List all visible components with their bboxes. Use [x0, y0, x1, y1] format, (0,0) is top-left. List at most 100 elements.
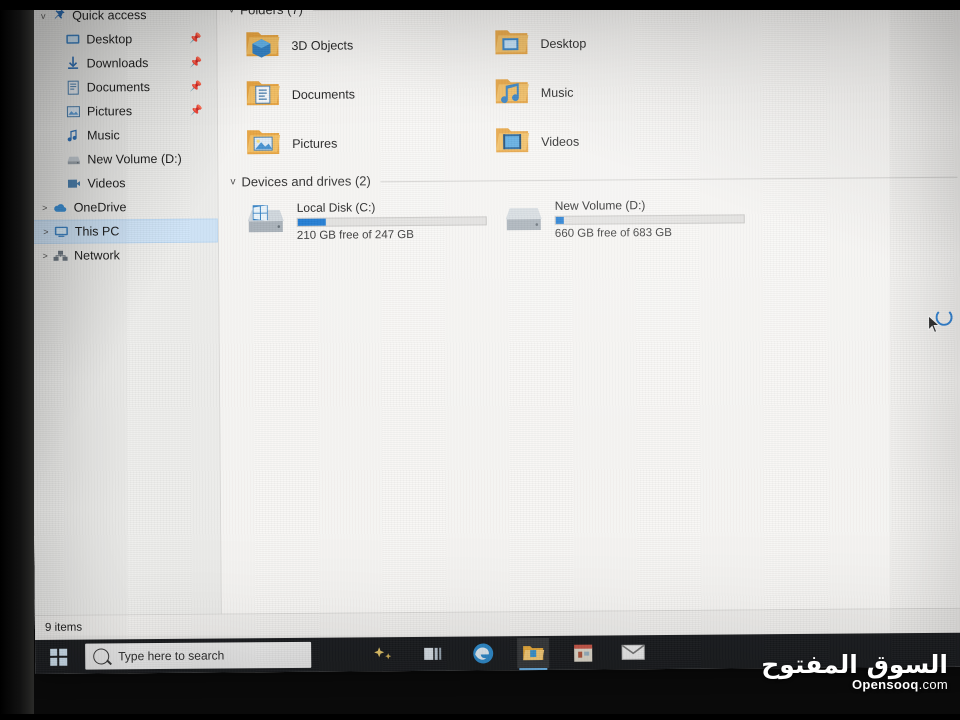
documents-icon: [65, 80, 82, 96]
folder-tile-music[interactable]: Music: [479, 67, 728, 118]
busy-spinner-icon: [935, 308, 953, 326]
tile-label: Documents: [291, 86, 356, 102]
drive-name: Local Disk (C:): [296, 199, 376, 215]
search-input[interactable]: Type here to search: [85, 641, 312, 670]
drive-capacity-fill: [297, 218, 327, 226]
sidebar-item-music[interactable]: Music: [31, 123, 217, 148]
drive-name: New Volume (D:): [554, 197, 646, 213]
pin-icon: [50, 8, 67, 24]
store-icon[interactable]: [567, 638, 599, 668]
folder-tile-pictures[interactable]: Pictures: [230, 117, 479, 168]
sidebar-item-documents[interactable]: Documents 📌: [31, 75, 217, 100]
pin-icon[interactable]: 📌: [190, 81, 203, 92]
pin-icon[interactable]: 📌: [190, 57, 203, 68]
folder-tile-videos[interactable]: Videos: [479, 116, 728, 167]
explorer-body: v Quick access Desktop 📌 Downloads 📌 Doc…: [30, 0, 960, 615]
sidebar-label: Music: [87, 128, 120, 143]
navigation-pane[interactable]: v Quick access Desktop 📌 Downloads 📌 Doc…: [30, 0, 222, 615]
screen-bezel-bottom: [0, 714, 960, 720]
sidebar-label: New Volume (D:): [87, 151, 182, 167]
sidebar-item-downloads[interactable]: Downloads 📌: [30, 51, 216, 76]
chevron-right-icon[interactable]: >: [38, 251, 52, 261]
screen-bezel-left: [0, 0, 34, 720]
sidebar-label: This PC: [74, 224, 120, 239]
edge-browser-icon[interactable]: [467, 638, 499, 668]
tile-label: Desktop: [540, 36, 587, 51]
sidebar-label: Quick access: [72, 8, 147, 23]
group-divider: [380, 176, 958, 183]
drive-capacity-bar: [296, 215, 487, 227]
cortana-sparkle-icon[interactable]: [367, 639, 399, 669]
chevron-right-icon[interactable]: >: [39, 227, 53, 237]
sidebar-item-desktop[interactable]: Desktop 📌: [30, 27, 216, 52]
drive-free-text: 660 GB free of 683 GB: [554, 226, 672, 240]
file-explorer-window: v Quick access Desktop 📌 Downloads 📌 Doc…: [30, 0, 960, 640]
downloads-icon: [64, 56, 81, 72]
desktop-icon: [492, 24, 530, 63]
desktop-folder-icon: [64, 32, 81, 48]
item-count: 9 items: [44, 621, 83, 634]
screenshot-root: v Quick access Desktop 📌 Downloads 📌 Doc…: [0, 0, 960, 720]
sidebar-item-videos[interactable]: Videos: [31, 171, 217, 196]
tile-label: Pictures: [292, 136, 338, 151]
drive-capacity-fill: [555, 216, 564, 224]
drive-info: Local Disk (C:) 210 GB free of 247 GB: [296, 199, 489, 242]
sidebar-item-onedrive[interactable]: > OneDrive: [32, 195, 218, 220]
chevron-down-icon[interactable]: v: [230, 176, 235, 187]
documents-icon: [244, 75, 282, 114]
drive-tile-new-volume-d[interactable]: New Volume (D:) 660 GB free of 683 GB: [489, 189, 747, 247]
videos-icon: [493, 122, 531, 161]
music-icon: [493, 73, 531, 112]
sidebar-label: OneDrive: [73, 200, 127, 215]
pin-icon[interactable]: 📌: [190, 105, 203, 116]
this-pc-icon: [53, 224, 70, 240]
tile-label: Videos: [541, 134, 580, 149]
network-icon: [52, 248, 69, 264]
drive-tile-local-disk-c[interactable]: Local Disk (C:) 210 GB free of 247 GB: [231, 191, 489, 249]
task-view-icon[interactable]: [417, 639, 449, 669]
folder-tile-3d-objects[interactable]: 3D Objects: [229, 19, 478, 70]
drive-capacity-bar: [554, 213, 745, 225]
pictures-icon: [244, 124, 282, 163]
folder-tile-documents[interactable]: Documents: [230, 68, 479, 119]
sidebar-item-this-pc[interactable]: > This PC: [31, 218, 218, 244]
drive-icon: [65, 152, 82, 168]
start-button[interactable]: [35, 640, 81, 674]
content-pane[interactable]: v Folders (7): [216, 0, 960, 614]
chevron-right-icon[interactable]: >: [38, 203, 52, 213]
mail-icon[interactable]: [617, 637, 649, 667]
onedrive-icon: [52, 200, 69, 216]
tile-label: Music: [540, 85, 574, 100]
mouse-cursor: [928, 308, 953, 340]
drive-free-text: 210 GB free of 247 GB: [296, 228, 414, 242]
tile-label: 3D Objects: [291, 37, 354, 53]
pin-icon[interactable]: 📌: [189, 33, 202, 44]
hard-drive-icon: [503, 198, 545, 239]
windows-drive-icon: [245, 200, 287, 241]
sidebar-label: Network: [74, 248, 120, 263]
drives-list: Local Disk (C:) 210 GB free of 247 GB Ne…: [231, 188, 958, 250]
sidebar-label: Desktop: [86, 32, 133, 47]
drive-info: New Volume (D:) 660 GB free of 683 GB: [554, 197, 747, 240]
folder-tile-desktop[interactable]: Desktop: [478, 18, 727, 69]
sidebar-label: Videos: [87, 176, 126, 191]
taskbar-items: [331, 637, 649, 669]
laptop-screen: v Quick access Desktop 📌 Downloads 📌 Doc…: [30, 0, 960, 674]
search-placeholder: Type here to search: [118, 648, 225, 664]
sidebar-item-pictures[interactable]: Pictures 📌: [31, 99, 217, 124]
sidebar-item-network[interactable]: > Network: [32, 243, 218, 268]
sidebar-label: Documents: [86, 80, 151, 95]
drives-group-header[interactable]: v Devices and drives (2): [230, 169, 958, 190]
chevron-down-icon[interactable]: v: [36, 11, 50, 21]
sidebar-label: Downloads: [86, 56, 149, 71]
screen-bezel-top: [0, 0, 960, 10]
file-explorer-icon[interactable]: [517, 637, 550, 669]
group-title: Devices and drives (2): [241, 173, 371, 190]
pictures-icon: [65, 104, 82, 120]
sidebar-item-new-volume-d[interactable]: New Volume (D:): [31, 147, 217, 172]
music-icon: [65, 128, 82, 144]
watermark-latin: Opensooq.com: [761, 678, 948, 692]
watermark-brand: Opensooq: [851, 677, 919, 693]
watermark-tld: .com: [918, 677, 948, 693]
videos-icon: [65, 176, 82, 192]
